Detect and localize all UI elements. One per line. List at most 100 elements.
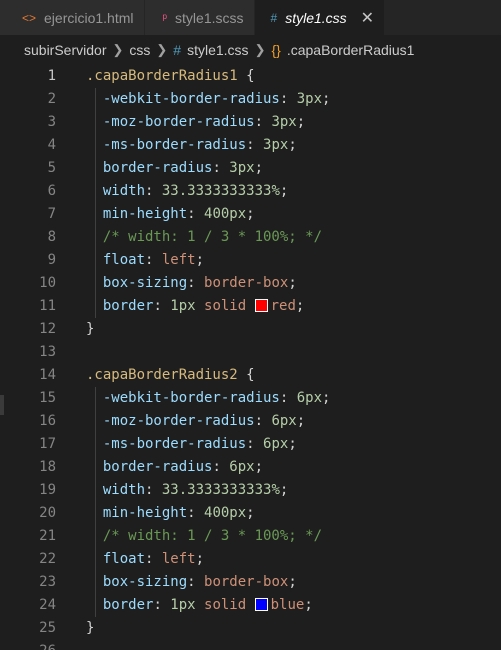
code-line[interactable]: 10 box-sizing: border-box; <box>0 272 501 295</box>
code-line[interactable]: 23 box-sizing: border-box; <box>0 571 501 594</box>
code-line[interactable]: 6 width: 33.3333333333%; <box>0 180 501 203</box>
code-line[interactable]: 16 -moz-border-radius: 6px; <box>0 410 501 433</box>
code-editor[interactable]: 1 .capaBorderRadius1 {2 -webkit-border-ra… <box>0 65 501 650</box>
line-number: 13 <box>39 344 56 360</box>
code-line[interactable]: 15 -webkit-border-radius: 6px; <box>0 387 501 410</box>
code-token: : <box>187 206 205 222</box>
code-token: ; <box>295 298 305 314</box>
code-token: ; <box>322 390 331 406</box>
code-line[interactable]: 21 /* width: 1 / 3 * 100%; */ <box>0 525 501 548</box>
code-line[interactable]: 14 .capaBorderRadius2 { <box>0 364 501 387</box>
code-text: -ms-border-radius: 6px; <box>86 433 501 456</box>
code-token: 6px <box>271 413 297 429</box>
tab-style1-scss[interactable]: ᵖ style1.scss <box>144 0 255 35</box>
code-token: border-radius <box>86 459 213 475</box>
code-token: ; <box>288 436 297 452</box>
code-text: border: 1px solid blue; <box>86 594 501 617</box>
code-line[interactable]: 17 -ms-border-radius: 6px; <box>0 433 501 456</box>
tab-label: style1.css <box>285 9 347 26</box>
close-icon[interactable]: ✕ <box>361 8 374 28</box>
code-text: -moz-border-radius: 3px; <box>86 111 501 134</box>
code-token: ; <box>288 574 297 590</box>
indent-guide <box>95 387 96 617</box>
code-text: } <box>86 318 501 341</box>
code-line[interactable]: 12} <box>0 318 501 341</box>
code-token: : <box>279 390 297 406</box>
code-line[interactable]: 3 -moz-border-radius: 3px; <box>0 111 501 134</box>
code-line[interactable]: 9 float: left; <box>0 249 501 272</box>
code-token: -webkit-border-radius <box>86 91 280 107</box>
line-number: 10 <box>39 275 56 291</box>
scroll-marker <box>0 395 4 415</box>
code-token: .capaBorderRadius1 <box>86 68 238 84</box>
code-token: -webkit-border-radius <box>86 390 280 406</box>
symbol-class-icon: {} <box>271 42 281 58</box>
code-line[interactable]: 1 .capaBorderRadius1 { <box>0 65 501 88</box>
code-text: min-height: 400px; <box>86 502 501 525</box>
code-token: ; <box>195 551 205 567</box>
code-line[interactable]: 18 border-radius: 6px; <box>0 456 501 479</box>
line-number: 12 <box>39 321 56 337</box>
code-token: } <box>86 620 95 636</box>
code-line[interactable]: 25} <box>0 617 501 640</box>
tab-ejercicio1-html[interactable]: <> ejercicio1.html <box>0 0 145 35</box>
html-file-icon: <> <box>22 10 37 25</box>
line-number: 17 <box>39 436 56 452</box>
code-token: : <box>145 252 162 268</box>
code-token: -moz-border-radius <box>86 413 255 429</box>
code-token: ; <box>288 275 297 291</box>
code-line[interactable]: 5 border-radius: 3px; <box>0 157 501 180</box>
breadcrumb-folder-subirServidor[interactable]: subirServidor <box>24 42 106 58</box>
line-number: 19 <box>39 482 56 498</box>
code-text: } <box>86 617 501 640</box>
line-number: 1 <box>47 68 56 84</box>
code-line[interactable]: 19 width: 33.3333333333%; <box>0 479 501 502</box>
code-line[interactable]: 11 border: 1px solid red; <box>0 295 501 318</box>
code-token: border-radius <box>86 160 213 176</box>
chevron-right-icon: ❯ <box>156 42 168 57</box>
code-token: { <box>237 68 255 84</box>
code-token: border <box>86 298 154 314</box>
code-token: ; <box>246 206 255 222</box>
tab-style1-css[interactable]: # style1.css ✕ <box>254 0 386 35</box>
code-token: -ms-border-radius <box>86 137 247 153</box>
breadcrumb-file[interactable]: style1.css <box>187 42 248 58</box>
code-line[interactable]: 26 <box>0 640 501 650</box>
code-line[interactable]: 20 min-height: 400px; <box>0 502 501 525</box>
breadcrumb-symbol[interactable]: .capaBorderRadius1 <box>287 42 415 58</box>
code-token: : <box>246 137 264 153</box>
code-text: /* width: 1 / 3 * 100%; */ <box>86 525 501 548</box>
code-token: red <box>270 298 296 314</box>
code-token: 6px <box>296 390 323 406</box>
code-token: /* width: 1 / 3 * 100%; */ <box>86 229 323 245</box>
code-token: /* width: 1 / 3 * 100%; */ <box>86 528 323 544</box>
breadcrumb-folder-css[interactable]: css <box>129 42 150 58</box>
code-token: ; <box>296 114 306 130</box>
color-swatch-red[interactable] <box>254 298 268 312</box>
code-text: .capaBorderRadius1 { <box>86 65 501 88</box>
code-token: border <box>86 597 154 613</box>
code-token: border-box <box>204 574 289 590</box>
code-token: : <box>246 436 264 452</box>
line-number: 4 <box>47 137 56 153</box>
line-number: 23 <box>39 574 56 590</box>
code-line[interactable]: 7 min-height: 400px; <box>0 203 501 226</box>
code-line[interactable]: 24 border: 1px solid blue; <box>0 594 501 617</box>
color-swatch-blue[interactable] <box>254 597 268 611</box>
code-line[interactable]: 22 float: left; <box>0 548 501 571</box>
code-token: 6px <box>263 436 289 452</box>
code-line[interactable]: 4 -ms-border-radius: 3px; <box>0 134 501 157</box>
code-token: ; <box>322 91 331 107</box>
code-line[interactable]: 8 /* width: 1 / 3 * 100%; */ <box>0 226 501 249</box>
editor-tab-bar: <> ejercicio1.html ᵖ style1.scss # style… <box>0 0 501 35</box>
code-token: ; <box>254 459 264 475</box>
code-token: ; <box>279 482 289 498</box>
line-number: 6 <box>47 183 56 199</box>
code-line[interactable]: 13 <box>0 341 501 364</box>
code-line[interactable]: 2 -webkit-border-radius: 3px; <box>0 88 501 111</box>
line-number: 5 <box>47 160 56 176</box>
code-token: : <box>145 183 162 199</box>
line-number: 21 <box>39 528 56 544</box>
